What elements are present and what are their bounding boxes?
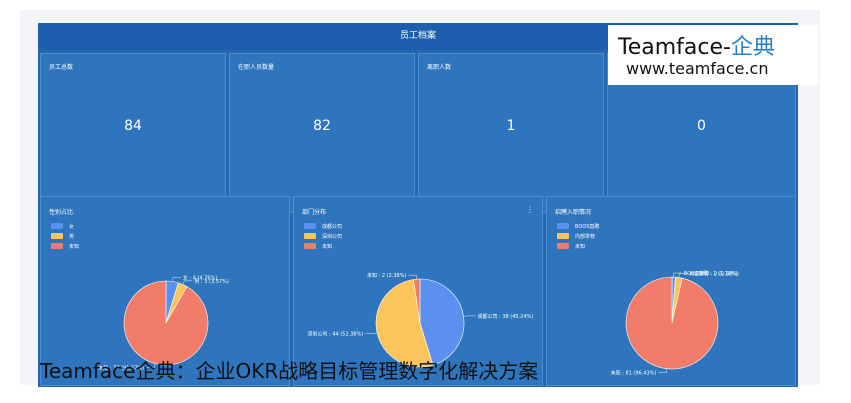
pie-slice[interactable]	[625, 276, 719, 370]
stat-value: 0	[697, 118, 706, 134]
stat-label: 离职人数	[427, 64, 452, 71]
stat-value: 84	[124, 118, 142, 134]
stat-value: 1	[506, 118, 516, 134]
pie-leader-line	[408, 274, 417, 280]
pie-leader-line	[463, 315, 476, 317]
stat-value: 82	[313, 118, 331, 134]
pie-chart-recruitment: BOOS直聘 : 1 (1.19%)内部举荐 : 2 (2.38%)未知 : 8…	[611, 270, 739, 377]
pie-data-label: 深圳公司 : 44 (52.38%)	[307, 331, 363, 338]
pie-leader-line	[658, 368, 668, 373]
brand-name-cn: 企典	[730, 35, 775, 60]
brand-name: Teamface-企典	[618, 29, 775, 61]
brand-name-latin: Teamface-	[618, 35, 731, 60]
pie-data-label: 内部举荐 : 2 (2.38%)	[689, 271, 738, 278]
pie-leader-line	[172, 277, 181, 282]
pie-data-label: 未知 : 81 (96.43%)	[611, 370, 657, 377]
pie-data-label: 成都公司 : 38 (45.24%)	[477, 313, 533, 320]
pie-data-label: 男 : 3 (3.57%)	[194, 279, 228, 285]
stat-card-active[interactable]: 在职人员数量 82	[229, 53, 415, 213]
pie-leader-line	[365, 332, 378, 334]
stat-label: 在职人员数量	[238, 64, 275, 71]
pie-data-label: 未知 : 2 (2.38%)	[367, 272, 406, 279]
panel-recruitment: 招聘入职情况 BOOS直聘 内部举荐 未知 BOOS直聘 : 1 (1.19%)…	[546, 196, 796, 386]
stat-label: 员工总数	[49, 64, 74, 71]
brand-watermark: Teamface-企典 www.teamface.cn	[608, 25, 818, 85]
brand-url: www.teamface.cn	[626, 59, 769, 78]
caption-text: Teamface企典：企业OKR战略目标管理数字化解决方案	[40, 359, 539, 383]
stat-card-left[interactable]: 离职人数 1	[418, 53, 604, 213]
stat-card-total[interactable]: 员工总数 84	[40, 53, 226, 213]
pie-slice[interactable]	[123, 280, 209, 366]
